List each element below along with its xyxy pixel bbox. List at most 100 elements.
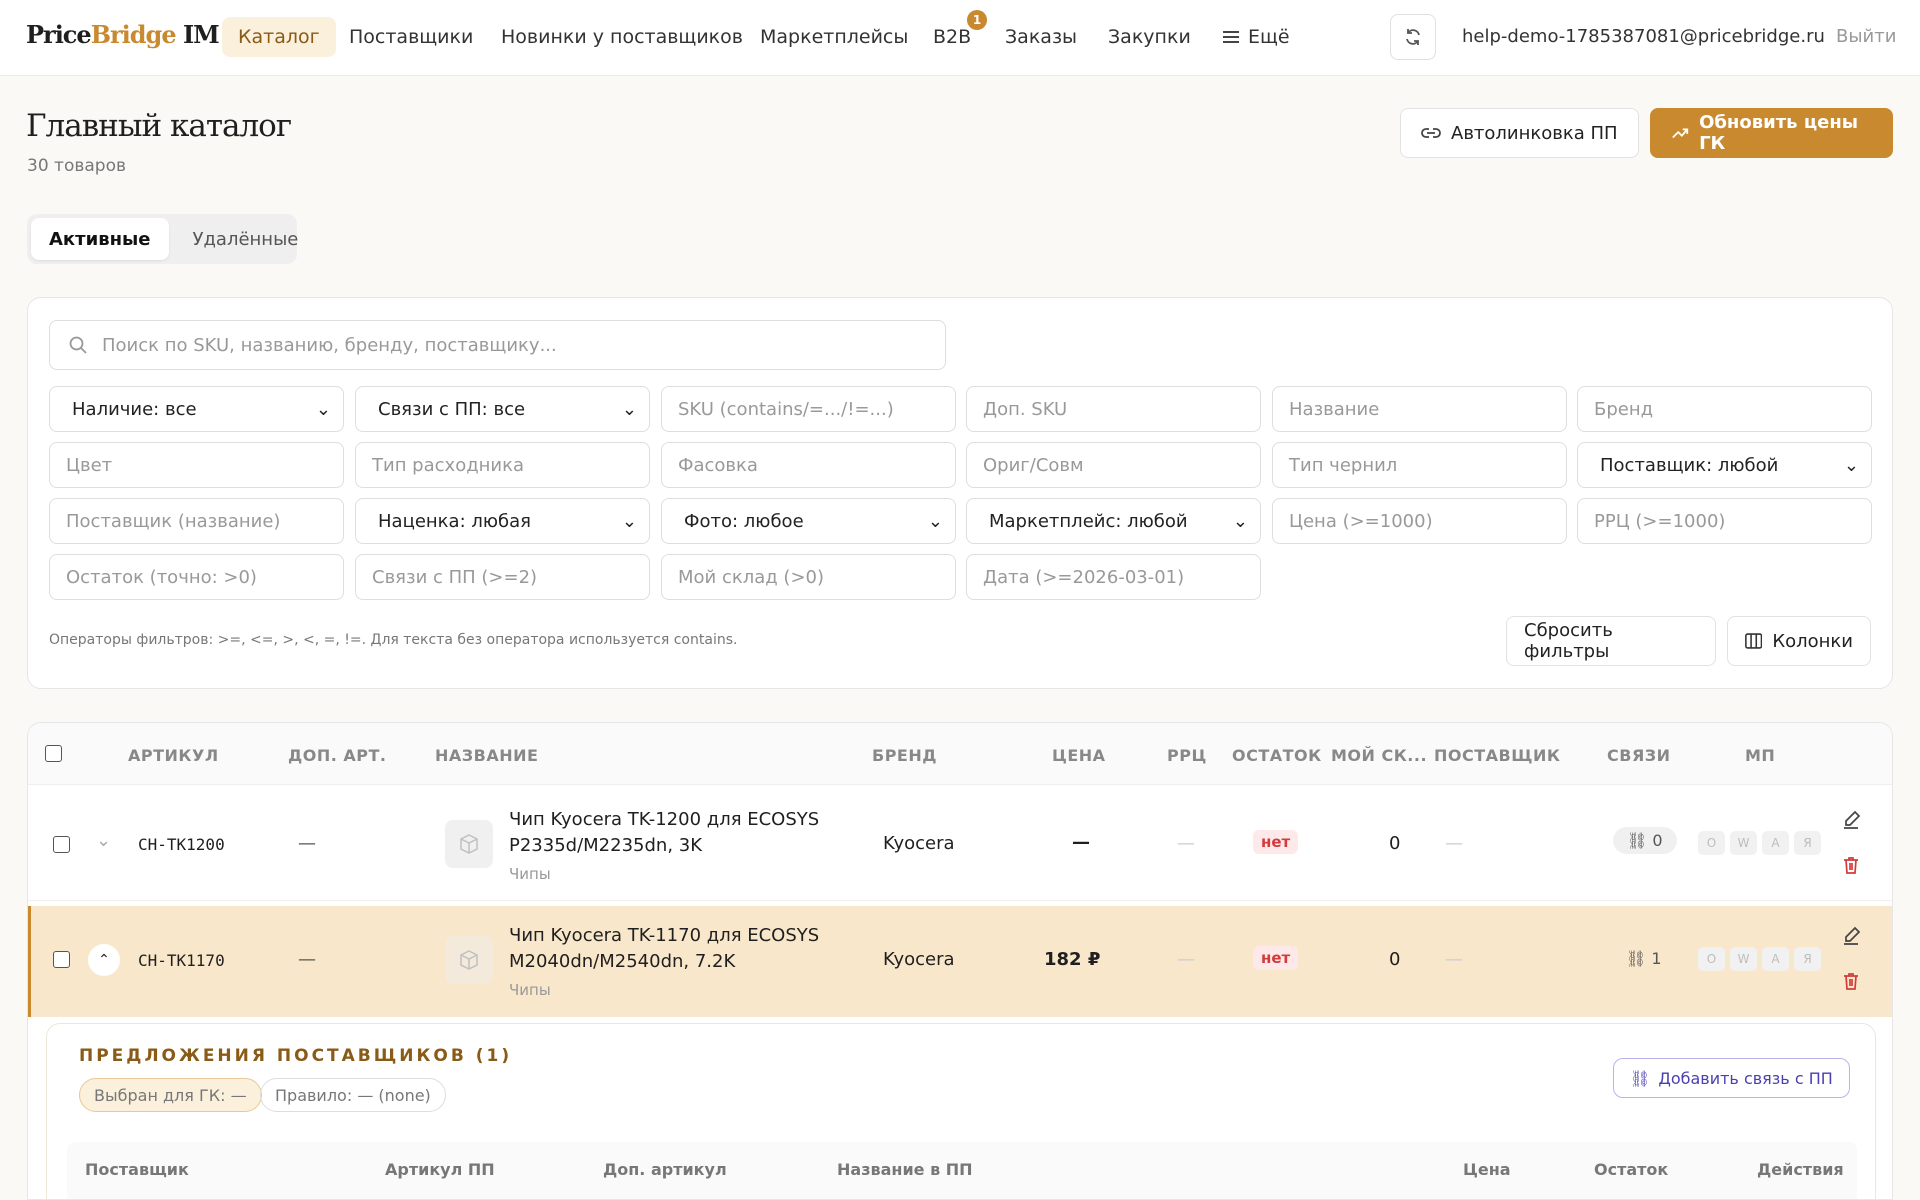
trash-icon[interactable]	[1841, 855, 1861, 875]
offers-col-stock: Остаток	[1594, 1160, 1669, 1179]
my-stock-filter[interactable]: Мой склад (>0)	[661, 554, 956, 600]
autolink-button[interactable]: Автолинковка ПП	[1400, 108, 1639, 158]
photo-value: Фото: любое	[684, 510, 804, 532]
rrp-filter[interactable]: РРЦ (>=1000)	[1577, 498, 1872, 544]
date-filter[interactable]: Дата (>=2026-03-01)	[966, 554, 1261, 600]
search-input[interactable]: Поиск по SKU, названию, бренду, поставщи…	[49, 320, 946, 370]
app-logo[interactable]: PriceBridge IM	[26, 20, 220, 49]
tab-deleted[interactable]: Удалённые	[175, 218, 317, 260]
collapse-chevron-icon[interactable]: ⌃	[88, 944, 120, 976]
markup-select[interactable]: Наценка: любая ⌄	[355, 498, 650, 544]
offers-col-supplier: Поставщик	[85, 1160, 189, 1179]
row-supplier: —	[1445, 949, 1463, 970]
packaging-filter[interactable]: Фасовка	[661, 442, 956, 488]
mp-ozon: O	[1698, 831, 1725, 855]
nav-marketplaces[interactable]: Маркетплейсы	[744, 17, 924, 57]
row-sku: CH-TK1200	[138, 835, 225, 854]
chevron-down-icon: ⌄	[927, 510, 943, 532]
row-name[interactable]: Чип Kyocera TK-1170 для ECOSYS M2040dn/M2…	[509, 923, 819, 975]
row-category: Чипы	[509, 981, 551, 999]
status-tabs: Активные Удалённые	[27, 214, 298, 264]
offers-col-actions: Действия	[1757, 1160, 1844, 1179]
menu-icon	[1223, 31, 1239, 43]
add-link-button[interactable]: ⛓ Добавить связь с ПП	[1613, 1058, 1850, 1098]
refresh-button[interactable]	[1390, 14, 1436, 60]
row-checkbox[interactable]	[53, 951, 70, 968]
nav-new-from-suppliers[interactable]: Новинки у поставщиков	[485, 17, 759, 57]
col-extra-sku[interactable]: ДОП. АРТ.	[288, 746, 387, 765]
update-prices-label: Обновить цены ГК	[1699, 112, 1859, 154]
rule-chip: Правило: — (none)	[260, 1078, 446, 1112]
chevron-down-icon: ⌄	[1232, 510, 1248, 532]
reset-filters-button[interactable]: Сбросить фильтры	[1506, 616, 1716, 666]
availability-select[interactable]: Наличие: все ⌄	[49, 386, 344, 432]
consumable-type-filter[interactable]: Тип расходника	[355, 442, 650, 488]
table-row-expanded[interactable]: ⌃ CH-TK1170 — Чип Kyocera TK-1170 для EC…	[28, 906, 1892, 1017]
col-stock[interactable]: ОСТАТОК	[1232, 746, 1322, 765]
select-all-checkbox[interactable]	[45, 745, 62, 762]
row-checkbox[interactable]	[53, 836, 70, 853]
trash-icon[interactable]	[1841, 971, 1861, 991]
links-select[interactable]: Связи с ПП: все ⌄	[355, 386, 650, 432]
mp-wb: W	[1730, 947, 1757, 971]
edit-icon[interactable]	[1841, 926, 1861, 946]
row-extra-sku: —	[298, 833, 316, 854]
table-row[interactable]: ⌄ CH-TK1200 — Чип Kyocera TK-1200 для EC…	[28, 787, 1892, 901]
marketplace-select[interactable]: Маркетплейс: любой ⌄	[966, 498, 1261, 544]
columns-label: Колонки	[1772, 630, 1853, 652]
offers-col-sku: Артикул ПП	[385, 1160, 495, 1179]
col-mp[interactable]: МП	[1745, 746, 1775, 765]
row-links[interactable]: ⛓ 1	[1626, 949, 1662, 968]
photo-select[interactable]: Фото: любое ⌄	[661, 498, 956, 544]
col-name[interactable]: НАЗВАНИЕ	[435, 746, 538, 765]
name-filter[interactable]: Название	[1272, 386, 1567, 432]
nav-orders[interactable]: Заказы	[989, 17, 1093, 57]
link-icon: ⛓	[1630, 1068, 1651, 1088]
stock-badge: нет	[1253, 830, 1299, 854]
color-filter[interactable]: Цвет	[49, 442, 344, 488]
logout-link[interactable]: Выйти	[1836, 26, 1896, 47]
col-my-stock[interactable]: МОЙ СК...	[1331, 746, 1427, 765]
expand-chevron-icon[interactable]: ⌄	[96, 830, 111, 851]
sku-filter[interactable]: SKU (contains/=.../!=...)	[661, 386, 956, 432]
nav-more[interactable]: Ещё	[1206, 17, 1306, 57]
row-price: 182 ₽	[1044, 949, 1101, 970]
tab-active[interactable]: Активные	[31, 218, 169, 260]
columns-button[interactable]: Колонки	[1727, 616, 1871, 666]
col-price[interactable]: ЦЕНА	[1052, 746, 1106, 765]
col-brand[interactable]: БРЕНД	[872, 746, 937, 765]
row-links[interactable]: ⛓ 0	[1613, 827, 1677, 854]
col-links[interactable]: СВЯЗИ	[1607, 746, 1671, 765]
search-icon	[69, 336, 87, 354]
mp-wb: W	[1730, 831, 1757, 855]
chevron-down-icon: ⌄	[621, 398, 637, 420]
extra-sku-filter[interactable]: Доп. SKU	[966, 386, 1261, 432]
col-rrp[interactable]: РРЦ	[1167, 746, 1207, 765]
price-filter[interactable]: Цена (>=1000)	[1272, 498, 1567, 544]
row-category: Чипы	[509, 865, 551, 883]
brand-filter[interactable]: Бренд	[1577, 386, 1872, 432]
supplier-name-filter[interactable]: Поставщик (название)	[49, 498, 344, 544]
mp-avito: A	[1762, 947, 1789, 971]
mp-yandex: Я	[1794, 947, 1821, 971]
row-supplier: —	[1445, 833, 1463, 854]
chevron-down-icon: ⌄	[621, 510, 637, 532]
supplier-select[interactable]: Поставщик: любой ⌄	[1577, 442, 1872, 488]
row-name[interactable]: Чип Kyocera TK-1200 для ECOSYS P2335d/M22…	[509, 807, 819, 859]
stock-filter[interactable]: Остаток (точно: >0)	[49, 554, 344, 600]
offers-table-header: Поставщик Артикул ПП Доп. артикул Назван…	[67, 1142, 1857, 1199]
update-prices-button[interactable]: Обновить цены ГК	[1650, 108, 1893, 158]
col-supplier[interactable]: ПОСТАВЩИК	[1434, 746, 1560, 765]
orig-compat-filter[interactable]: Ориг/Совм	[966, 442, 1261, 488]
edit-icon[interactable]	[1841, 810, 1861, 830]
nav-suppliers[interactable]: Поставщики	[333, 17, 489, 57]
row-brand: Kyocera	[883, 949, 955, 970]
nav-catalog[interactable]: Каталог	[222, 17, 336, 57]
nav-purchases[interactable]: Закупки	[1092, 17, 1207, 57]
row-name-line: Чип Kyocera TK-1200 для ECOSYS	[509, 809, 820, 830]
col-sku[interactable]: АРТИКУЛ	[128, 746, 219, 765]
links-count: 1	[1651, 949, 1662, 968]
links-count-filter[interactable]: Связи с ПП (>=2)	[355, 554, 650, 600]
row-price: —	[1072, 832, 1090, 853]
ink-type-filter[interactable]: Тип чернил	[1272, 442, 1567, 488]
